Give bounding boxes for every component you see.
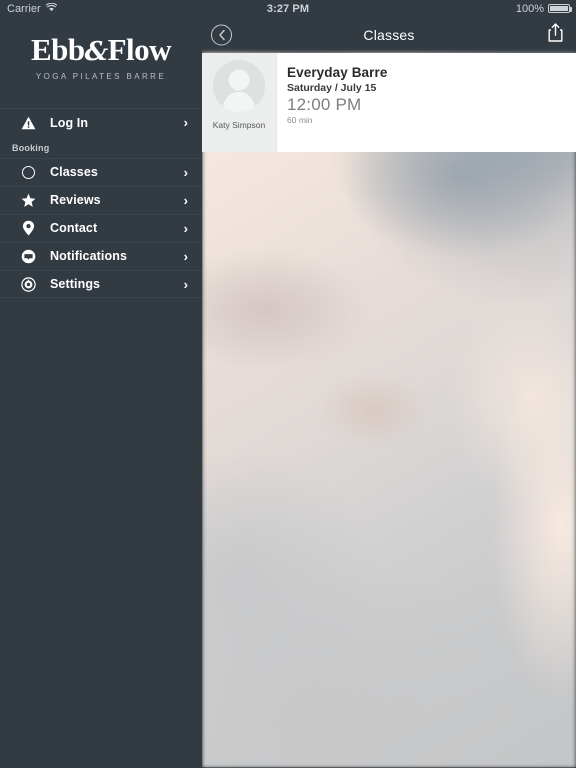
- class-card[interactable]: Katy Simpson Everyday Barre Saturday / J…: [202, 53, 576, 152]
- sidebar-item-contact[interactable]: Contact ›: [0, 214, 202, 242]
- class-details: Everyday Barre Saturday / July 15 12:00 …: [276, 53, 576, 152]
- sidebar: Ebb&Flow YOGA PILATES BARRE Log In › Boo…: [0, 17, 202, 768]
- logo-text: Ebb&Flow: [0, 34, 202, 65]
- back-chevron-circle-icon[interactable]: [211, 24, 232, 46]
- status-bar: Carrier 3:27 PM 100%: [0, 0, 576, 17]
- speech-bubble-icon: [16, 249, 40, 264]
- share-icon[interactable]: [548, 23, 563, 47]
- main-panel: Classes Katy Simpson Everyday Barre Satu…: [202, 17, 576, 768]
- avatar: [213, 60, 265, 112]
- chevron-right-icon: ›: [183, 164, 188, 180]
- sidebar-item-label: Classes: [50, 165, 98, 179]
- background-photo: [202, 53, 576, 768]
- sidebar-item-label: Settings: [50, 277, 101, 291]
- sidebar-item-reviews[interactable]: Reviews ›: [0, 186, 202, 214]
- chevron-right-icon: ›: [183, 192, 188, 208]
- navigation-bar: Classes: [202, 17, 576, 53]
- sidebar-menu: Log In › Booking Classes › Reviews › Con…: [0, 108, 202, 298]
- class-time: 12:00 PM: [287, 95, 362, 114]
- circle-icon: [16, 165, 40, 179]
- page-title: Classes: [363, 27, 415, 43]
- sidebar-item-label: Notifications: [50, 249, 127, 263]
- chevron-right-icon: ›: [183, 276, 188, 292]
- sidebar-item-classes[interactable]: Classes ›: [0, 158, 202, 186]
- class-duration: 60 min: [287, 115, 313, 125]
- sidebar-section-booking: Booking: [12, 143, 50, 153]
- brand-logo: Ebb&Flow YOGA PILATES BARRE: [0, 17, 202, 81]
- sidebar-item-label: Log In: [50, 115, 89, 130]
- gear-target-icon: [16, 276, 40, 292]
- location-pin-icon: [16, 220, 40, 236]
- sidebar-item-log-in[interactable]: Log In ›: [0, 108, 202, 137]
- chevron-right-icon: ›: [183, 115, 188, 130]
- star-icon: [16, 193, 40, 208]
- class-title: Everyday Barre: [287, 65, 388, 80]
- status-bar-right: 100%: [515, 2, 572, 15]
- sidebar-item-notifications[interactable]: Notifications ›: [0, 242, 202, 270]
- card-divider: [276, 53, 277, 152]
- chevron-right-icon: ›: [183, 248, 188, 264]
- instructor-name: Katy Simpson: [212, 120, 266, 130]
- person-placeholder-icon: [222, 69, 256, 112]
- sidebar-item-label: Reviews: [50, 193, 101, 207]
- logo-tagline: YOGA PILATES BARRE: [35, 72, 167, 81]
- chevron-right-icon: ›: [183, 220, 188, 236]
- logo-part2: Flow: [107, 32, 172, 67]
- app-root: Carrier 3:27 PM 100% Ebb&Flow YOGA PILAT…: [0, 0, 576, 768]
- logo-part1: Ebb: [30, 32, 85, 67]
- status-bar-clock: 3:27 PM: [266, 2, 310, 15]
- battery-percent-label: 100%: [515, 2, 544, 15]
- sidebar-item-label: Contact: [50, 221, 98, 235]
- class-instructor: Katy Simpson: [202, 53, 276, 152]
- class-date: Saturday / July 15: [287, 82, 377, 94]
- warning-triangle-icon: [16, 116, 40, 130]
- sidebar-item-settings[interactable]: Settings ›: [0, 270, 202, 298]
- battery-full-icon: [548, 4, 572, 13]
- logo-ampersand: &: [84, 37, 108, 67]
